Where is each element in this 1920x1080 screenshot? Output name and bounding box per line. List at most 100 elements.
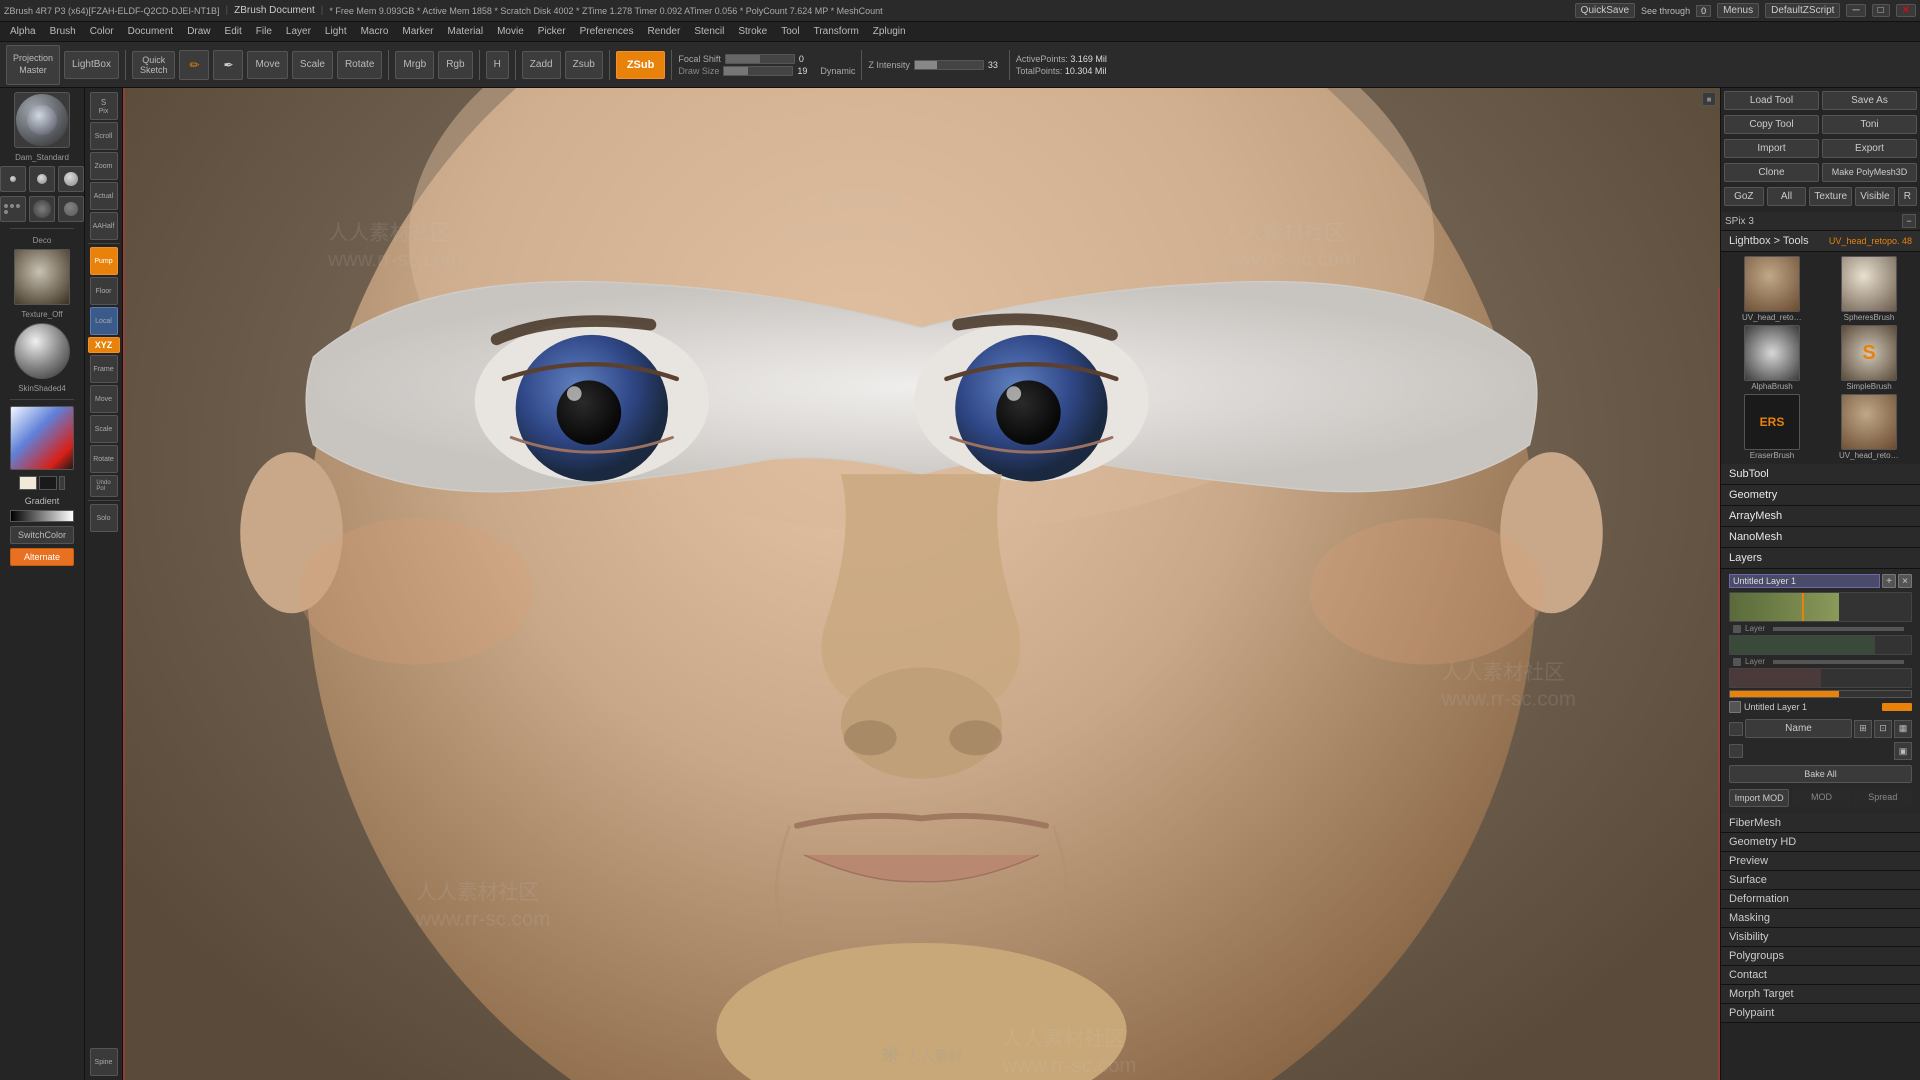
nanomesh-section-header[interactable]: NanoMesh — [1721, 527, 1920, 548]
tool-thumb-4[interactable]: S SimpleBrush — [1822, 325, 1916, 391]
move-btn[interactable]: Move — [247, 51, 287, 79]
draw-icon-btn[interactable]: ✒ — [213, 50, 243, 80]
copy-tool-btn[interactable]: Copy Tool — [1724, 115, 1819, 134]
tool-thumb-2[interactable]: SpheresBrush — [1822, 256, 1916, 322]
h-btn[interactable]: H — [486, 51, 509, 79]
focal-shift-track[interactable] — [725, 54, 795, 64]
polypaint-section[interactable]: Polypaint — [1721, 1004, 1920, 1023]
default-script-btn[interactable]: DefaultZScript — [1765, 3, 1840, 18]
lightbox-tools-header[interactable]: Lightbox > Tools UV_head_retopo. 48 — [1721, 231, 1920, 252]
contact-section[interactable]: Contact — [1721, 966, 1920, 985]
menu-stencil[interactable]: Stencil — [688, 24, 730, 39]
morph-target-section[interactable]: Morph Target — [1721, 985, 1920, 1004]
all-btn[interactable]: All — [1767, 187, 1807, 206]
layer-track-2[interactable] — [1729, 635, 1912, 655]
see-through-value[interactable]: 0 — [1696, 5, 1711, 17]
scale-btn[interactable]: Scale — [292, 51, 333, 79]
rotate-btn[interactable]: Rotate — [337, 51, 382, 79]
mrgb-btn[interactable]: Mrgb — [395, 51, 434, 79]
layer-track-3[interactable] — [1729, 668, 1912, 688]
edit-icon-btn[interactable]: ✏ — [179, 50, 209, 80]
scale-nav-btn[interactable]: Scale — [90, 415, 118, 443]
preview-section[interactable]: Preview — [1721, 852, 1920, 871]
zadd-btn[interactable]: Zadd — [522, 51, 561, 79]
menus-btn[interactable]: Menus — [1717, 3, 1759, 18]
actual-btn[interactable]: Actual — [90, 182, 118, 210]
menu-zplugin[interactable]: Zplugin — [867, 24, 912, 39]
layer-vis-checkbox-2[interactable] — [1729, 744, 1743, 758]
undopol-btn[interactable]: UndoPol — [90, 475, 118, 497]
r-top-btn[interactable]: R — [1898, 187, 1917, 206]
close-btn[interactable]: ✕ — [1896, 4, 1916, 17]
goz-btn[interactable]: GoZ — [1724, 187, 1764, 206]
visible-btn[interactable]: Visible — [1855, 187, 1895, 206]
menu-macro[interactable]: Macro — [355, 24, 395, 39]
layer-name-input[interactable] — [1729, 574, 1880, 588]
tool-thumb-5[interactable]: ERS EraserBrush — [1725, 394, 1819, 460]
menu-picker[interactable]: Picker — [532, 24, 572, 39]
subtool-section-header[interactable]: SubTool — [1721, 464, 1920, 485]
layer-icon-4[interactable]: ▣ — [1894, 742, 1912, 760]
scroll-btn[interactable]: Scroll — [90, 122, 118, 150]
color-picker-btn[interactable] — [10, 406, 74, 470]
layer-icon-3[interactable]: ▦ — [1894, 720, 1912, 738]
menu-document[interactable]: Document — [122, 24, 180, 39]
layer-del-icon[interactable]: × — [1898, 574, 1912, 588]
projection-master-btn[interactable]: ProjectionMaster — [6, 45, 60, 85]
menu-transform[interactable]: Transform — [808, 24, 865, 39]
material-sphere-btn[interactable] — [14, 323, 70, 379]
clone-btn[interactable]: Clone — [1724, 163, 1819, 182]
zsub-btn[interactable]: Zsub — [565, 51, 603, 79]
menu-preferences[interactable]: Preferences — [574, 24, 640, 39]
pump-btn[interactable]: Pump — [90, 247, 118, 275]
gradient-bar[interactable] — [10, 510, 74, 522]
menu-marker[interactable]: Marker — [396, 24, 439, 39]
layer-add-icon[interactable]: + — [1882, 574, 1896, 588]
xyz-marker-btn[interactable]: XYZ — [88, 337, 120, 353]
import-mod-btn[interactable]: Import MOD — [1729, 789, 1789, 807]
lightbox-btn[interactable]: LightBox — [64, 51, 119, 79]
spix-btn[interactable]: S Pix — [90, 92, 118, 120]
menu-brush[interactable]: Brush — [44, 24, 82, 39]
geometry-section-header[interactable]: Geometry — [1721, 485, 1920, 506]
dot-brush-4[interactable] — [0, 196, 26, 222]
viewport-corner-btn[interactable]: ■ — [1702, 92, 1716, 106]
aahalf-btn[interactable]: AAHalf — [90, 212, 118, 240]
geometry-hd-section[interactable]: Geometry HD — [1721, 833, 1920, 852]
arraymesh-section-header[interactable]: ArrayMesh — [1721, 506, 1920, 527]
active-brush-btn[interactable]: ZSub — [616, 51, 666, 79]
fg-color-swatch[interactable] — [19, 476, 37, 490]
layer-icon-2[interactable]: ⊡ — [1874, 720, 1892, 738]
move-nav-btn[interactable]: Move — [90, 385, 118, 413]
quick-save-btn[interactable]: QuickSave — [1575, 3, 1635, 18]
layer-vis-checkbox[interactable] — [1729, 722, 1743, 736]
visibility-section[interactable]: Visibility — [1721, 928, 1920, 947]
intensity-track[interactable] — [1729, 690, 1912, 698]
layer-name-btn[interactable]: Name — [1745, 719, 1852, 738]
load-tool-btn[interactable]: Load Tool — [1724, 91, 1819, 110]
switch-color-btn[interactable]: SwitchColor — [10, 526, 74, 544]
menu-tool[interactable]: Tool — [775, 24, 805, 39]
surface-section[interactable]: Surface — [1721, 871, 1920, 890]
layer-eye-check[interactable] — [1729, 701, 1741, 713]
dot-brush-6[interactable] — [58, 196, 84, 222]
import-btn[interactable]: Import — [1724, 139, 1819, 158]
floor-btn[interactable]: Floor — [90, 277, 118, 305]
dot-brush-3[interactable] — [58, 166, 84, 192]
intensity-track[interactable] — [914, 60, 984, 70]
masking-section[interactable]: Masking — [1721, 909, 1920, 928]
alternate-btn[interactable]: Alternate — [10, 548, 74, 566]
dot-brush-1[interactable] — [0, 166, 26, 192]
menu-material[interactable]: Material — [442, 24, 490, 39]
toni-btn[interactable]: Toni — [1822, 115, 1917, 134]
solo-btn[interactable]: Solo — [90, 504, 118, 532]
menu-render[interactable]: Render — [642, 24, 687, 39]
tool-thumb-1[interactable]: UV_head_retopo — [1725, 256, 1819, 322]
tool-thumb-6[interactable]: UV_head_retopo — [1822, 394, 1916, 460]
spine-btn[interactable]: Spine — [90, 1048, 118, 1076]
texture-btn[interactable] — [14, 249, 70, 305]
draw-size-track[interactable] — [723, 66, 793, 76]
menu-movie[interactable]: Movie — [491, 24, 530, 39]
polygroups-section[interactable]: Polygroups — [1721, 947, 1920, 966]
menu-edit[interactable]: Edit — [219, 24, 248, 39]
